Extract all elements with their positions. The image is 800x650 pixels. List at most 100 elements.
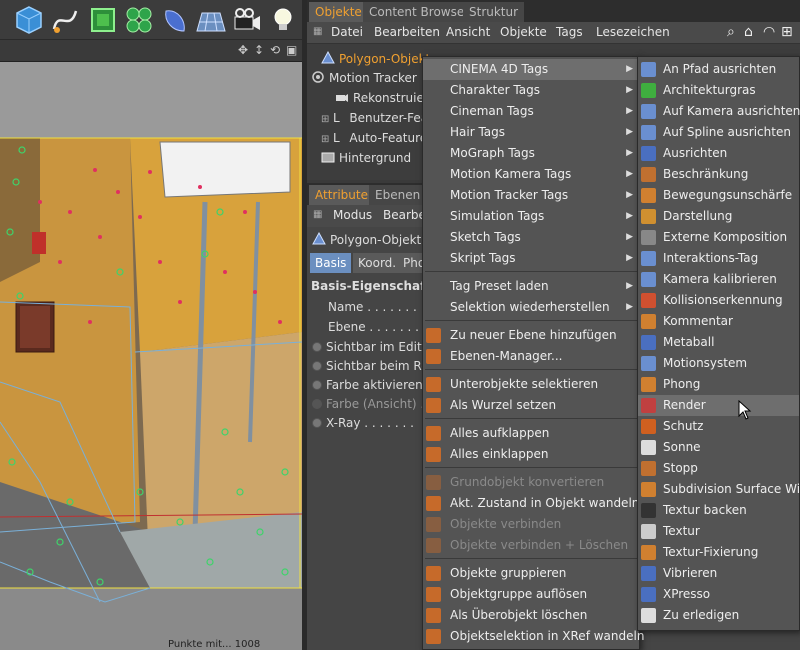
menu-item[interactable]: Als Überobjekt löschen [423, 605, 639, 626]
menu-item[interactable]: An Pfad ausrichten [638, 59, 799, 80]
field-visible-render[interactable]: Sichtbar beim Ren [312, 359, 436, 373]
menu-item[interactable]: Objektgruppe auflösen [423, 584, 639, 605]
expand-icon[interactable]: ⊞ [321, 134, 329, 145]
eye-icon[interactable]: ◠ [763, 24, 779, 42]
menu-item[interactable]: Sketch Tags ▶ [423, 227, 639, 248]
menu-item[interactable]: Textur-Fixierung [638, 542, 799, 563]
menu-item[interactable]: Textur backen [638, 500, 799, 521]
menu-item[interactable]: Interaktions-Tag [638, 248, 799, 269]
menu-item[interactable]: Objekte gruppieren [423, 563, 639, 584]
menu-item[interactable]: Auf Kamera ausrichten [638, 101, 800, 122]
menu-item[interactable]: Textur [638, 521, 799, 542]
menu-item[interactable]: Stopp [638, 458, 799, 479]
field-visible-editor[interactable]: Sichtbar im Editor [312, 340, 434, 354]
menu-lesezeichen[interactable]: Lesezeichen [596, 25, 670, 39]
list-item[interactable]: Motion Tracker [311, 68, 417, 88]
deformer-icon[interactable] [158, 3, 192, 37]
menu-item[interactable]: Objekte verbinden + Löschen [423, 535, 639, 556]
subdivision-icon[interactable] [86, 3, 120, 37]
list-item[interactable]: ⊞ L Auto-Feature [321, 128, 427, 148]
menu-item[interactable]: Schutz [638, 416, 799, 437]
menu-bearbeiten[interactable]: Bearbeiten [374, 25, 440, 39]
menu-item[interactable]: Kommentar [638, 311, 799, 332]
viewport[interactable]: Punkte mit... 1008 [0, 62, 302, 650]
tab-ebenen[interactable]: Ebenen [369, 185, 427, 205]
menu-item[interactable]: Kamera kalibrieren [638, 269, 799, 290]
menu-modus[interactable]: Modus [333, 208, 372, 222]
menu-item[interactable]: MoGraph Tags ▶ [423, 143, 639, 164]
menu-item[interactable]: Vibrieren [638, 563, 799, 584]
menu-tags[interactable]: Tags [556, 25, 583, 39]
menu-item[interactable]: Externe Komposition [638, 227, 799, 248]
menu-item[interactable]: Kollisionserkennung [638, 290, 799, 311]
tab-koord[interactable]: Koord. [353, 253, 402, 273]
menu-item[interactable]: Skript Tags ▶ [423, 248, 639, 269]
menu-item[interactable]: Alles aufklappen [423, 423, 639, 444]
list-item[interactable]: Rekonstruier [335, 88, 429, 108]
menu-item[interactable]: Unterobjekte selektieren [423, 374, 639, 395]
menu-item[interactable]: Phong [638, 374, 799, 395]
menu-item[interactable]: CINEMA 4D Tags ▶ [423, 59, 639, 80]
menu-item[interactable]: Zu neuer Ebene hinzufügen [423, 325, 639, 346]
menu-item[interactable]: Sonne [638, 437, 799, 458]
menu-item[interactable]: Simulation Tags ▶ [423, 206, 639, 227]
stop-icon [641, 461, 656, 476]
menu-item[interactable]: Architekturgras [638, 80, 799, 101]
cloner-icon[interactable] [122, 3, 156, 37]
menu-item[interactable]: Charakter Tags ▶ [423, 80, 639, 101]
menu-item[interactable]: Darstellung [638, 206, 799, 227]
menu-item[interactable]: Objekte verbinden [423, 514, 639, 535]
tab-content-browser[interactable]: Content Browser [363, 2, 476, 22]
menu-item[interactable]: Motion Tracker Tags ▶ [423, 185, 639, 206]
rotate-view-icon[interactable]: ⟲ [270, 43, 280, 57]
menu-datei[interactable]: Datei [331, 25, 363, 39]
menu-item[interactable]: XPresso [638, 584, 799, 605]
menu-ansicht[interactable]: Ansicht [446, 25, 490, 39]
maximize-view-icon[interactable]: ▣ [286, 43, 297, 57]
menu-item[interactable]: Objektselektion in XRef wandeln [423, 626, 644, 647]
list-item[interactable]: Polygon-Objekt [321, 49, 430, 69]
menu-item[interactable]: Zu erledigen [638, 605, 799, 626]
menu-objekte[interactable]: Objekte [500, 25, 547, 39]
menu-item[interactable]: Tag Preset laden ▶ [423, 276, 639, 297]
menu-item[interactable]: Ebenen-Manager... [423, 346, 639, 367]
menu-item-label: Charakter Tags [450, 83, 540, 97]
menu-item[interactable]: Akt. Zustand in Objekt wandeln [423, 493, 639, 514]
cube-icon[interactable] [12, 3, 46, 37]
menu-item[interactable]: Bewegungsunschärfe [638, 185, 799, 206]
menu-item[interactable]: Cineman Tags ▶ [423, 101, 639, 122]
menu-item[interactable]: Subdivision Surface Wichtu [638, 479, 800, 500]
menu-item[interactable]: Ausrichten [638, 143, 799, 164]
camera-icon[interactable] [230, 3, 264, 37]
menu-item[interactable]: Motionsystem [638, 353, 799, 374]
menu-item[interactable]: Selektion wiederherstellen ▶ [423, 297, 639, 318]
new-window-icon[interactable]: ⊞ [781, 24, 797, 42]
menu-item[interactable]: Render [638, 395, 799, 416]
field-color-enable[interactable]: Farbe aktivieren . [312, 378, 430, 392]
floor-icon[interactable] [194, 3, 228, 37]
menu-item[interactable]: Motion Kamera Tags ▶ [423, 164, 639, 185]
menu-item[interactable]: Beschränkung [638, 164, 799, 185]
tab-attribute[interactable]: Attribute [309, 185, 374, 205]
tab-struktur[interactable]: Struktur [463, 2, 525, 22]
tab-basis[interactable]: Basis [310, 253, 352, 273]
light-icon[interactable] [266, 3, 300, 37]
list-item[interactable]: Hintergrund [321, 148, 411, 168]
list-item[interactable]: ⊞ L Benutzer-Fea [321, 108, 428, 128]
search-icon[interactable]: ⌕ [727, 24, 743, 42]
menu-item[interactable]: Auf Spline ausrichten [638, 122, 799, 143]
menu-item[interactable]: Metaball [638, 332, 799, 353]
field-xray[interactable]: X-Ray . . . . . . . [312, 416, 414, 430]
menu-item[interactable]: Hair Tags ▶ [423, 122, 639, 143]
home-icon[interactable]: ⌂ [744, 24, 760, 42]
menu-item[interactable]: Grundobjekt konvertieren [423, 472, 639, 493]
menu-item[interactable]: Alles einklappen [423, 444, 639, 465]
expand-icon[interactable]: ⊞ [321, 114, 329, 125]
move-view-icon[interactable]: ✥ [238, 43, 248, 57]
spline-pen-icon[interactable] [48, 3, 82, 37]
menu-item[interactable]: Als Wurzel setzen [423, 395, 639, 416]
tab-objekte[interactable]: Objekte [309, 2, 368, 22]
zoom-view-icon[interactable]: ↕ [254, 43, 264, 57]
display-icon [641, 209, 656, 224]
field-color-view[interactable]: Farbe (Ansicht) . [312, 397, 424, 411]
